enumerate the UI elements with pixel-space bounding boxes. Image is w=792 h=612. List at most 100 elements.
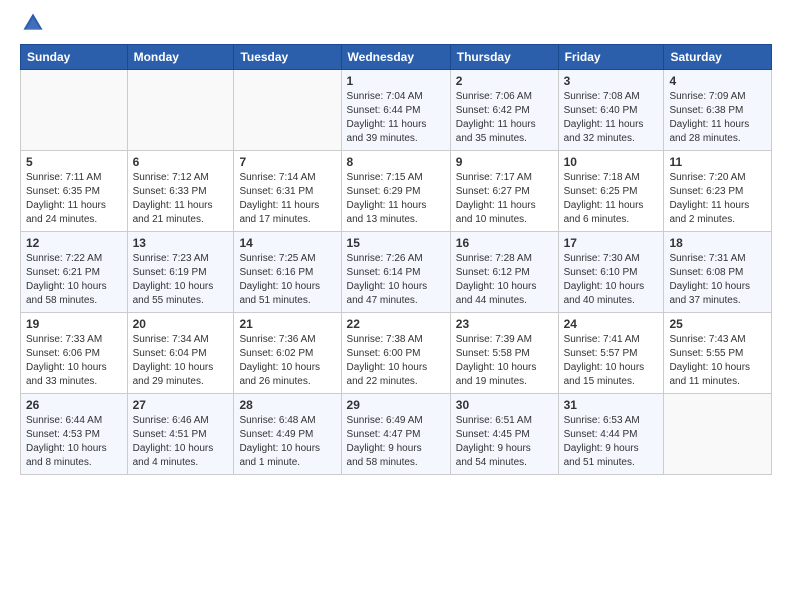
day-cell bbox=[21, 70, 128, 151]
day-info: Sunrise: 7:39 AMSunset: 5:58 PMDaylight:… bbox=[456, 333, 553, 389]
day-number: 21 bbox=[239, 317, 335, 331]
weekday-friday: Friday bbox=[558, 45, 664, 70]
day-cell: 13 Sunrise: 7:23 AMSunset: 6:19 PMDayligh… bbox=[127, 232, 234, 313]
day-info: Sunrise: 7:41 AMSunset: 5:57 PMDaylight:… bbox=[564, 333, 659, 389]
day-number: 28 bbox=[239, 398, 335, 412]
day-cell: 29Sunrise: 6:49 AMSunset: 4:47 PMDayligh… bbox=[341, 394, 450, 475]
day-number: 2 bbox=[456, 74, 553, 88]
day-cell: 9 Sunrise: 7:17 AMSunset: 6:27 PMDaylight… bbox=[450, 151, 558, 232]
day-cell: 7 Sunrise: 7:14 AMSunset: 6:31 PMDaylight… bbox=[234, 151, 341, 232]
day-cell: 3 Sunrise: 7:08 AMSunset: 6:40 PMDaylight… bbox=[558, 70, 664, 151]
day-number: 10 bbox=[564, 155, 659, 169]
weekday-sunday: Sunday bbox=[21, 45, 128, 70]
day-cell: 19 Sunrise: 7:33 AMSunset: 6:06 PMDayligh… bbox=[21, 313, 128, 394]
day-cell: 18Sunrise: 7:31 AMSunset: 6:08 PMDayligh… bbox=[664, 232, 772, 313]
weekday-wednesday: Wednesday bbox=[341, 45, 450, 70]
day-number: 12 bbox=[26, 236, 122, 250]
day-cell: 5 Sunrise: 7:11 AMSunset: 6:35 PMDaylight… bbox=[21, 151, 128, 232]
weekday-tuesday: Tuesday bbox=[234, 45, 341, 70]
day-cell: 24Sunrise: 7:41 AMSunset: 5:57 PMDayligh… bbox=[558, 313, 664, 394]
weekday-monday: Monday bbox=[127, 45, 234, 70]
day-info: Sunrise: 7:09 AMSunset: 6:38 PMDaylight:… bbox=[669, 90, 766, 146]
day-number: 13 bbox=[133, 236, 229, 250]
day-cell: 1 Sunrise: 7:04 AMSunset: 6:44 PMDaylight… bbox=[341, 70, 450, 151]
day-info: Sunrise: 6:53 AMSunset: 4:44 PMDaylight:… bbox=[564, 414, 659, 470]
day-cell: 23 Sunrise: 7:39 AMSunset: 5:58 PMDayligh… bbox=[450, 313, 558, 394]
day-info: Sunrise: 7:23 AMSunset: 6:19 PMDaylight:… bbox=[133, 252, 229, 308]
day-cell: 30 Sunrise: 6:51 AMSunset: 4:45 PMDayligh… bbox=[450, 394, 558, 475]
day-info: Sunrise: 7:04 AMSunset: 6:44 PMDaylight:… bbox=[347, 90, 445, 146]
day-cell: 21 Sunrise: 7:36 AMSunset: 6:02 PMDayligh… bbox=[234, 313, 341, 394]
day-cell: 15Sunrise: 7:26 AMSunset: 6:14 PMDayligh… bbox=[341, 232, 450, 313]
day-cell bbox=[234, 70, 341, 151]
day-info: Sunrise: 6:46 AMSunset: 4:51 PMDaylight:… bbox=[133, 414, 229, 470]
day-number: 9 bbox=[456, 155, 553, 169]
day-info: Sunrise: 6:44 AMSunset: 4:53 PMDaylight:… bbox=[26, 414, 122, 470]
day-number: 14 bbox=[239, 236, 335, 250]
day-cell bbox=[664, 394, 772, 475]
day-info: Sunrise: 7:30 AMSunset: 6:10 PMDaylight:… bbox=[564, 252, 659, 308]
day-info: Sunrise: 7:34 AMSunset: 6:04 PMDaylight:… bbox=[133, 333, 229, 389]
day-cell: 2 Sunrise: 7:06 AMSunset: 6:42 PMDaylight… bbox=[450, 70, 558, 151]
day-info: Sunrise: 6:51 AMSunset: 4:45 PMDaylight:… bbox=[456, 414, 553, 470]
day-info: Sunrise: 7:36 AMSunset: 6:02 PMDaylight:… bbox=[239, 333, 335, 389]
week-row-3: 12 Sunrise: 7:22 AMSunset: 6:21 PMDayligh… bbox=[21, 232, 772, 313]
header bbox=[20, 16, 772, 34]
day-number: 20 bbox=[133, 317, 229, 331]
day-info: Sunrise: 7:28 AMSunset: 6:12 PMDaylight:… bbox=[456, 252, 553, 308]
day-number: 7 bbox=[239, 155, 335, 169]
day-number: 31 bbox=[564, 398, 659, 412]
day-number: 17 bbox=[564, 236, 659, 250]
day-info: Sunrise: 7:06 AMSunset: 6:42 PMDaylight:… bbox=[456, 90, 553, 146]
day-cell: 11 Sunrise: 7:20 AMSunset: 6:23 PMDayligh… bbox=[664, 151, 772, 232]
day-cell: 14 Sunrise: 7:25 AMSunset: 6:16 PMDayligh… bbox=[234, 232, 341, 313]
logo-icon bbox=[22, 12, 44, 34]
week-row-1: 1 Sunrise: 7:04 AMSunset: 6:44 PMDaylight… bbox=[21, 70, 772, 151]
day-cell: 8 Sunrise: 7:15 AMSunset: 6:29 PMDaylight… bbox=[341, 151, 450, 232]
day-number: 30 bbox=[456, 398, 553, 412]
day-info: Sunrise: 7:12 AMSunset: 6:33 PMDaylight:… bbox=[133, 171, 229, 227]
day-number: 22 bbox=[347, 317, 445, 331]
day-cell: 20 Sunrise: 7:34 AMSunset: 6:04 PMDayligh… bbox=[127, 313, 234, 394]
day-number: 8 bbox=[347, 155, 445, 169]
day-number: 1 bbox=[347, 74, 445, 88]
logo bbox=[20, 16, 44, 34]
day-cell: 4 Sunrise: 7:09 AMSunset: 6:38 PMDaylight… bbox=[664, 70, 772, 151]
page: SundayMondayTuesdayWednesdayThursdayFrid… bbox=[0, 0, 792, 612]
day-number: 5 bbox=[26, 155, 122, 169]
day-number: 3 bbox=[564, 74, 659, 88]
day-number: 11 bbox=[669, 155, 766, 169]
week-row-4: 19 Sunrise: 7:33 AMSunset: 6:06 PMDayligh… bbox=[21, 313, 772, 394]
day-info: Sunrise: 7:15 AMSunset: 6:29 PMDaylight:… bbox=[347, 171, 445, 227]
day-info: Sunrise: 7:33 AMSunset: 6:06 PMDaylight:… bbox=[26, 333, 122, 389]
day-cell bbox=[127, 70, 234, 151]
day-cell: 26 Sunrise: 6:44 AMSunset: 4:53 PMDayligh… bbox=[21, 394, 128, 475]
day-number: 23 bbox=[456, 317, 553, 331]
day-cell: 6 Sunrise: 7:12 AMSunset: 6:33 PMDaylight… bbox=[127, 151, 234, 232]
day-info: Sunrise: 7:11 AMSunset: 6:35 PMDaylight:… bbox=[26, 171, 122, 227]
day-info: Sunrise: 7:14 AMSunset: 6:31 PMDaylight:… bbox=[239, 171, 335, 227]
calendar: SundayMondayTuesdayWednesdayThursdayFrid… bbox=[20, 44, 772, 475]
day-cell: 17 Sunrise: 7:30 AMSunset: 6:10 PMDayligh… bbox=[558, 232, 664, 313]
day-number: 4 bbox=[669, 74, 766, 88]
day-number: 26 bbox=[26, 398, 122, 412]
day-info: Sunrise: 7:08 AMSunset: 6:40 PMDaylight:… bbox=[564, 90, 659, 146]
day-number: 29 bbox=[347, 398, 445, 412]
day-cell: 28Sunrise: 6:48 AMSunset: 4:49 PMDayligh… bbox=[234, 394, 341, 475]
day-cell: 16Sunrise: 7:28 AMSunset: 6:12 PMDayligh… bbox=[450, 232, 558, 313]
day-cell: 25Sunrise: 7:43 AMSunset: 5:55 PMDayligh… bbox=[664, 313, 772, 394]
week-row-2: 5 Sunrise: 7:11 AMSunset: 6:35 PMDaylight… bbox=[21, 151, 772, 232]
day-info: Sunrise: 7:17 AMSunset: 6:27 PMDaylight:… bbox=[456, 171, 553, 227]
day-info: Sunrise: 7:31 AMSunset: 6:08 PMDaylight:… bbox=[669, 252, 766, 308]
day-number: 6 bbox=[133, 155, 229, 169]
day-cell: 27Sunrise: 6:46 AMSunset: 4:51 PMDayligh… bbox=[127, 394, 234, 475]
day-cell: 31 Sunrise: 6:53 AMSunset: 4:44 PMDayligh… bbox=[558, 394, 664, 475]
day-info: Sunrise: 7:20 AMSunset: 6:23 PMDaylight:… bbox=[669, 171, 766, 227]
day-info: Sunrise: 7:26 AMSunset: 6:14 PMDaylight:… bbox=[347, 252, 445, 308]
day-cell: 10Sunrise: 7:18 AMSunset: 6:25 PMDayligh… bbox=[558, 151, 664, 232]
day-info: Sunrise: 7:22 AMSunset: 6:21 PMDaylight:… bbox=[26, 252, 122, 308]
day-info: Sunrise: 7:25 AMSunset: 6:16 PMDaylight:… bbox=[239, 252, 335, 308]
day-info: Sunrise: 7:43 AMSunset: 5:55 PMDaylight:… bbox=[669, 333, 766, 389]
weekday-saturday: Saturday bbox=[664, 45, 772, 70]
day-number: 19 bbox=[26, 317, 122, 331]
